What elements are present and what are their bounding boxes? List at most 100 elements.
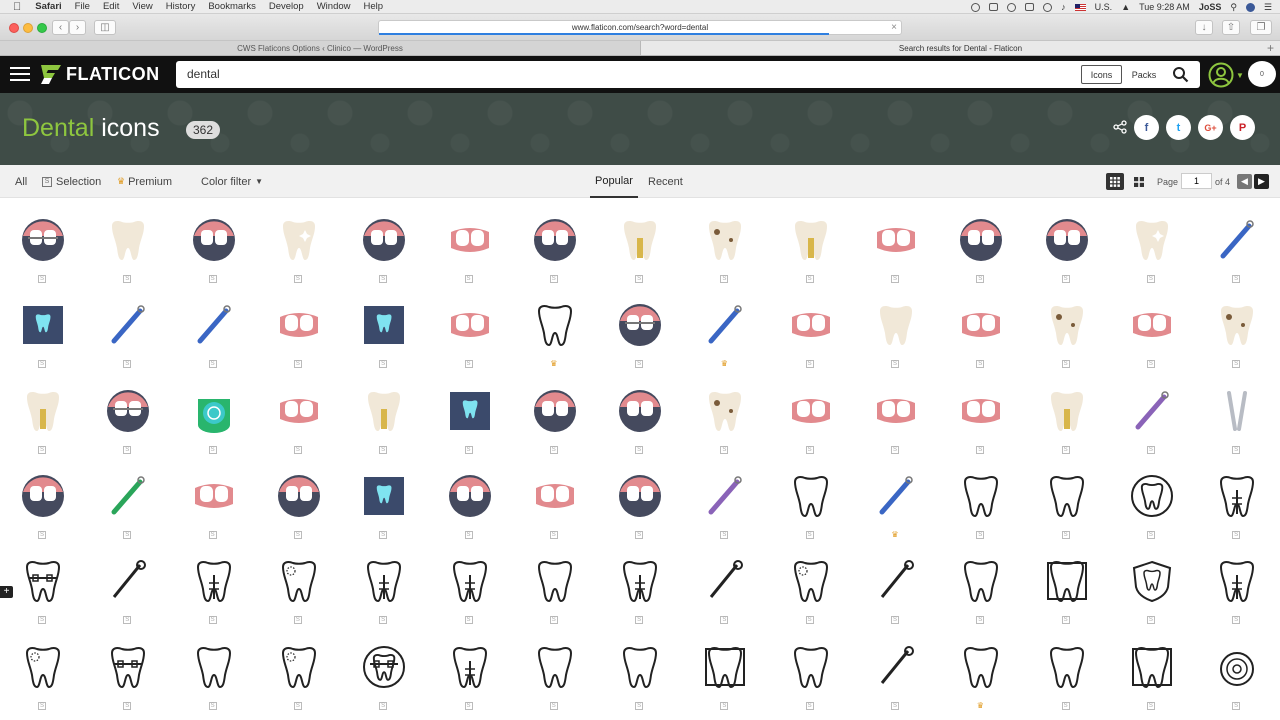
tab-flaticon[interactable]: Search results for Dental - Flaticon xyxy=(640,41,1280,55)
menu-app-name[interactable]: Safari xyxy=(35,1,61,12)
icon-result-tile[interactable]: S xyxy=(781,454,841,539)
icon-result-tile[interactable]: S xyxy=(1122,454,1182,539)
close-window-button[interactable] xyxy=(9,23,19,33)
hamburger-menu-icon[interactable] xyxy=(10,67,30,81)
sidebar-button[interactable]: ◫ xyxy=(94,20,116,35)
pinterest-icon[interactable]: P xyxy=(1230,115,1255,140)
google-plus-icon[interactable]: G+ xyxy=(1198,115,1223,140)
icon-result-tile[interactable]: S xyxy=(866,625,926,710)
filter-all[interactable]: All xyxy=(15,165,27,198)
icon-result-tile[interactable]: S xyxy=(269,625,329,710)
icon-result-tile[interactable]: S xyxy=(1037,198,1097,283)
icon-result-tile[interactable]: S xyxy=(866,539,926,625)
icon-result-tile[interactable]: S xyxy=(1207,539,1267,625)
icon-result-tile[interactable]: S xyxy=(1207,283,1267,369)
apple-icon[interactable]:  xyxy=(13,1,21,13)
icon-result-tile[interactable]: S xyxy=(951,539,1011,625)
user-account-icon[interactable] xyxy=(1208,62,1234,88)
icon-result-tile[interactable]: S xyxy=(184,283,244,369)
icon-result-tile[interactable]: S xyxy=(269,369,329,454)
icon-result-tile[interactable]: S xyxy=(525,539,585,625)
icon-result-tile[interactable]: S xyxy=(13,283,73,369)
menu-history[interactable]: History xyxy=(166,1,196,12)
icon-result-tile[interactable]: S xyxy=(610,369,670,454)
icon-result-tile[interactable]: S xyxy=(184,625,244,710)
icon-result-tile[interactable]: ♛ xyxy=(866,454,926,539)
icon-result-tile[interactable]: S xyxy=(98,454,158,539)
icon-result-tile[interactable]: S xyxy=(1122,539,1182,625)
icon-result-tile[interactable]: S xyxy=(525,625,585,710)
icon-result-tile[interactable]: S xyxy=(866,283,926,369)
icon-result-tile[interactable]: S xyxy=(1037,369,1097,454)
filter-selection[interactable]: S Selection xyxy=(42,165,101,198)
icon-result-tile[interactable]: S xyxy=(1122,625,1182,710)
spotlight-icon[interactable]: ⚲ xyxy=(1230,2,1237,13)
icon-result-tile[interactable]: S xyxy=(610,198,670,283)
color-filter-dropdown[interactable]: Color filter ▼ xyxy=(201,165,263,198)
back-button[interactable]: ‹ xyxy=(52,20,69,35)
icon-result-tile[interactable]: S xyxy=(781,283,841,369)
icon-result-tile[interactable]: S xyxy=(184,198,244,283)
record-icon[interactable] xyxy=(971,2,981,12)
share-icon[interactable] xyxy=(1113,120,1127,134)
icon-result-tile[interactable]: S xyxy=(354,625,414,710)
flaticon-logo[interactable]: FLATICON xyxy=(40,63,160,85)
new-tab-button[interactable]: + xyxy=(1267,41,1274,56)
icon-result-tile[interactable]: S xyxy=(695,198,755,283)
icon-result-tile[interactable]: S xyxy=(695,625,755,710)
checklist-icon[interactable] xyxy=(989,3,999,11)
icon-result-tile[interactable]: S xyxy=(695,539,755,625)
icon-result-tile[interactable]: S xyxy=(781,198,841,283)
menu-view[interactable]: View xyxy=(132,1,152,12)
icon-result-tile[interactable]: S xyxy=(440,369,500,454)
collection-counter[interactable]: 0 xyxy=(1248,61,1276,87)
icon-result-tile[interactable]: S xyxy=(440,539,500,625)
icon-result-tile[interactable]: S xyxy=(1122,369,1182,454)
icon-result-tile[interactable]: S xyxy=(440,283,500,369)
search-input[interactable] xyxy=(187,67,987,81)
icon-result-tile[interactable]: S xyxy=(1037,454,1097,539)
flag-icon[interactable] xyxy=(1074,3,1086,11)
icon-result-tile[interactable]: S xyxy=(354,369,414,454)
icon-result-tile[interactable]: S xyxy=(781,625,841,710)
menu-help[interactable]: Help xyxy=(364,1,384,12)
next-page-button[interactable]: ▶ xyxy=(1254,174,1269,189)
icon-result-tile[interactable]: S xyxy=(269,198,329,283)
icon-result-tile[interactable]: S xyxy=(610,625,670,710)
icon-result-tile[interactable]: S xyxy=(98,283,158,369)
user-name[interactable]: JoSS xyxy=(1199,2,1222,12)
icon-result-tile[interactable]: S xyxy=(525,198,585,283)
icon-result-tile[interactable]: ♛ xyxy=(525,283,585,369)
add-to-collection-tab[interactable]: + xyxy=(0,586,13,598)
twitter-icon[interactable]: t xyxy=(1166,115,1191,140)
minimize-window-button[interactable] xyxy=(23,23,33,33)
icon-result-tile[interactable]: S xyxy=(13,369,73,454)
icon-result-tile[interactable]: S xyxy=(951,198,1011,283)
notification-center-icon[interactable]: ☰ xyxy=(1264,2,1272,13)
page-number-input[interactable] xyxy=(1181,173,1212,189)
icon-result-tile[interactable]: S xyxy=(184,539,244,625)
icon-result-tile[interactable]: S xyxy=(695,369,755,454)
locale-label[interactable]: U.S. xyxy=(1095,2,1113,12)
downloads-button[interactable]: ↓ xyxy=(1195,20,1213,35)
icon-result-tile[interactable]: S xyxy=(13,198,73,283)
small-grid-view-button[interactable] xyxy=(1106,173,1124,190)
icon-result-tile[interactable]: S xyxy=(269,539,329,625)
menu-develop[interactable]: Develop xyxy=(269,1,304,12)
icon-result-tile[interactable]: S xyxy=(951,369,1011,454)
icon-result-tile[interactable]: S xyxy=(440,454,500,539)
icon-result-tile[interactable]: S xyxy=(1037,539,1097,625)
icon-result-tile[interactable]: S xyxy=(1207,198,1267,283)
icon-result-tile[interactable]: S xyxy=(98,198,158,283)
wifi-icon[interactable]: ▲ xyxy=(1121,2,1130,12)
icon-result-tile[interactable]: S xyxy=(1122,283,1182,369)
icon-result-tile[interactable]: S xyxy=(354,539,414,625)
tab-wordpress[interactable]: CWS Flaticons Options ‹ Clinico — WordPr… xyxy=(0,41,640,55)
icon-result-tile[interactable]: S xyxy=(269,454,329,539)
zoom-window-button[interactable] xyxy=(37,23,47,33)
icon-result-tile[interactable]: ♛ xyxy=(695,283,755,369)
icon-result-tile[interactable]: S xyxy=(781,369,841,454)
chevron-down-icon[interactable]: ▼ xyxy=(1236,71,1244,80)
forward-button[interactable]: › xyxy=(69,20,86,35)
menu-file[interactable]: File xyxy=(75,1,90,12)
